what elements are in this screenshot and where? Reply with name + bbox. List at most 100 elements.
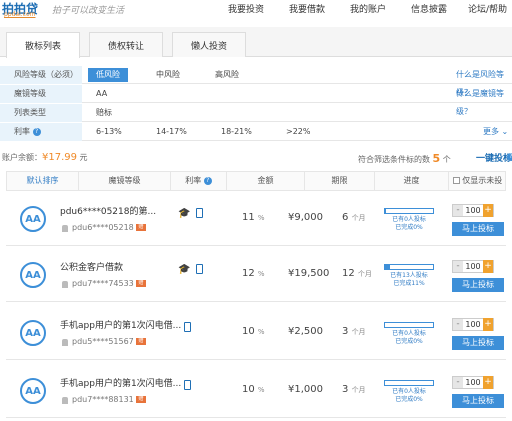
rate-option-2[interactable]: 14-17% bbox=[156, 123, 187, 141]
loan-row[interactable]: AA pdu6****05218的第... pdu6****05218 赔 🎓 11 % ¥… bbox=[6, 192, 506, 246]
bid-now-button[interactable]: 马上投标 bbox=[452, 278, 504, 292]
col-amount[interactable]: 金额 bbox=[227, 172, 305, 190]
filter-label-rate: 利率 ? bbox=[0, 123, 82, 141]
nav-disclosure[interactable]: 信息披露 bbox=[411, 2, 447, 15]
credit-rating-badge: AA bbox=[20, 378, 46, 404]
plus-icon[interactable]: + bbox=[483, 376, 493, 389]
nav-forum-help[interactable]: 论坛/帮助 bbox=[468, 2, 507, 15]
col-term[interactable]: 期限 bbox=[305, 172, 375, 190]
loan-title[interactable]: 手机app用户的第1次闪电借... bbox=[60, 318, 181, 331]
loan-row[interactable]: AA 手机app用户的第1次闪电借... pdu5****51567 赔 10 % ¥2,… bbox=[6, 306, 506, 360]
only-unbid-filter[interactable]: 仅显示未投 bbox=[449, 172, 506, 190]
rating-option-aa[interactable]: AA bbox=[96, 85, 107, 103]
plus-icon[interactable]: + bbox=[483, 318, 493, 331]
borrower-name[interactable]: pdu7****88131 bbox=[72, 395, 134, 404]
filter-label-rating: 魔镜等级 bbox=[0, 85, 82, 103]
matching-count: 符合筛选条件标的数 5 个 bbox=[358, 152, 451, 165]
col-rating[interactable]: 魔镜等级 bbox=[79, 172, 171, 190]
plus-icon[interactable]: + bbox=[483, 204, 493, 217]
nav-invest[interactable]: 我要投资 bbox=[228, 2, 264, 15]
loan-title[interactable]: 手机app用户的第1次闪电借... bbox=[60, 376, 181, 389]
tab-debt-transfer[interactable]: 债权转让 bbox=[89, 32, 163, 57]
nav-account[interactable]: 我的账户 bbox=[350, 2, 386, 15]
only-unbid-label: 仅显示未投 bbox=[462, 176, 503, 185]
rate-option-4[interactable]: >22% bbox=[286, 123, 310, 141]
only-unbid-checkbox[interactable] bbox=[452, 177, 460, 184]
balance-amount: ¥17.99 bbox=[42, 152, 77, 163]
tab-lazy-invest[interactable]: 懒人投资 bbox=[172, 32, 246, 57]
percent-unit: % bbox=[257, 386, 265, 394]
quantity-stepper[interactable]: -100 + bbox=[452, 376, 494, 389]
quantity-value[interactable]: 100 bbox=[463, 206, 483, 215]
minus-icon[interactable]: - bbox=[453, 377, 463, 388]
quantity-value[interactable]: 100 bbox=[463, 320, 483, 329]
balance-unit: 元 bbox=[79, 153, 88, 162]
rate-more-label: 更多 bbox=[483, 127, 499, 136]
completion-percent: 已完成0% bbox=[395, 224, 423, 231]
quantity-value[interactable]: 100 bbox=[463, 378, 483, 387]
table-header: 默认排序 魔镜等级 利率 ? 金额 期限 进度 仅显示未投 bbox=[6, 171, 506, 191]
site-slogan: 拍子可以改变生活 bbox=[52, 6, 125, 16]
filter-row-rating: 魔镜等级 AA 什么是魔镜等级？ bbox=[0, 85, 512, 116]
month-unit: 个月 bbox=[351, 328, 366, 336]
minus-icon[interactable]: - bbox=[453, 261, 463, 272]
minus-icon[interactable]: - bbox=[453, 319, 463, 330]
bid-now-button[interactable]: 马上投标 bbox=[452, 336, 504, 350]
interest-rate-value: 10 bbox=[242, 326, 255, 337]
credit-rating-badge: AA bbox=[20, 262, 46, 288]
filter-row-type: 列表类型 赔标 bbox=[0, 104, 512, 122]
bid-now-button[interactable]: 马上投标 bbox=[452, 394, 504, 408]
loan-title[interactable]: 公积金客户借款 bbox=[60, 260, 123, 273]
question-icon[interactable]: ? bbox=[507, 153, 512, 161]
compensation-badge: 赔 bbox=[136, 396, 146, 403]
progress-bar bbox=[384, 208, 434, 214]
loan-term: 6 个月 bbox=[342, 212, 366, 223]
loan-term: 12 个月 bbox=[342, 268, 372, 279]
bid-now-button[interactable]: 马上投标 bbox=[452, 222, 504, 236]
question-icon[interactable]: ? bbox=[32, 127, 41, 136]
progress-bar bbox=[384, 380, 434, 386]
quantity-stepper[interactable]: -100 + bbox=[452, 204, 494, 217]
minus-icon[interactable]: - bbox=[453, 205, 463, 216]
plus-icon[interactable]: + bbox=[483, 260, 493, 273]
borrower-name[interactable]: pdu7****74533 bbox=[72, 279, 134, 288]
sort-default[interactable]: 默认排序 bbox=[7, 172, 79, 190]
borrower-name[interactable]: pdu6****05218 bbox=[72, 223, 134, 232]
site-header: 拍拍贷 ppdai.com 拍子可以改变生活 我要投资 我要借款 我的账户 信息… bbox=[0, 0, 512, 18]
loan-term: 3 个月 bbox=[342, 384, 366, 395]
risk-option-high[interactable]: 高风险 bbox=[215, 66, 239, 84]
filter-row-rate: 利率 ? 6-13% 14-17% 18-21% >22% 更多 ⌄ bbox=[0, 123, 512, 141]
risk-option-medium[interactable]: 中风险 bbox=[156, 66, 180, 84]
mobile-phone-icon bbox=[184, 322, 191, 332]
loan-row[interactable]: AA 手机app用户的第1次闪电借... pdu7****88131 赔 10 % ¥1,… bbox=[6, 364, 506, 418]
col-progress[interactable]: 进度 bbox=[375, 172, 449, 190]
progress-fill bbox=[385, 265, 391, 269]
user-icon bbox=[62, 339, 68, 346]
chevron-down-icon: ⌄ bbox=[501, 127, 509, 136]
interest-rate: 12 % bbox=[242, 268, 265, 279]
month-unit: 个月 bbox=[357, 270, 372, 278]
question-icon[interactable]: ? bbox=[203, 176, 212, 185]
loan-title[interactable]: pdu6****05218的第... bbox=[60, 204, 156, 217]
interest-rate: 10 % bbox=[242, 384, 265, 395]
bidder-count: 已有0人投标 bbox=[392, 388, 426, 395]
quantity-value[interactable]: 100 bbox=[463, 262, 483, 271]
loan-row[interactable]: AA 公积金客户借款 pdu7****74533 赔 🎓 12 % ¥19,500 12 个月… bbox=[6, 248, 506, 302]
type-option-compensation[interactable]: 赔标 bbox=[96, 104, 112, 122]
rate-option-3[interactable]: 18-21% bbox=[221, 123, 252, 141]
percent-unit: % bbox=[257, 214, 265, 222]
quantity-stepper[interactable]: -100 + bbox=[452, 318, 494, 331]
site-logo-domain[interactable]: ppdai.com bbox=[4, 11, 36, 18]
rate-option-1[interactable]: 6-13% bbox=[96, 123, 122, 141]
nav-borrow[interactable]: 我要借款 bbox=[289, 2, 325, 15]
tab-loan-list[interactable]: 散标列表 bbox=[6, 32, 80, 58]
quantity-stepper[interactable]: -100 + bbox=[452, 260, 494, 273]
account-balance: 账户余额：¥17.99 元 bbox=[2, 152, 88, 163]
col-rate[interactable]: 利率 ? bbox=[171, 172, 227, 190]
borrower-name[interactable]: pdu5****51567 bbox=[72, 337, 134, 346]
risk-option-low[interactable]: 低风险 bbox=[88, 68, 128, 82]
loan-term: 3 个月 bbox=[342, 326, 366, 337]
interest-rate: 10 % bbox=[242, 326, 265, 337]
filter-label-rate-text: 利率 bbox=[14, 127, 30, 136]
rate-more-link[interactable]: 更多 ⌄ bbox=[483, 123, 508, 141]
